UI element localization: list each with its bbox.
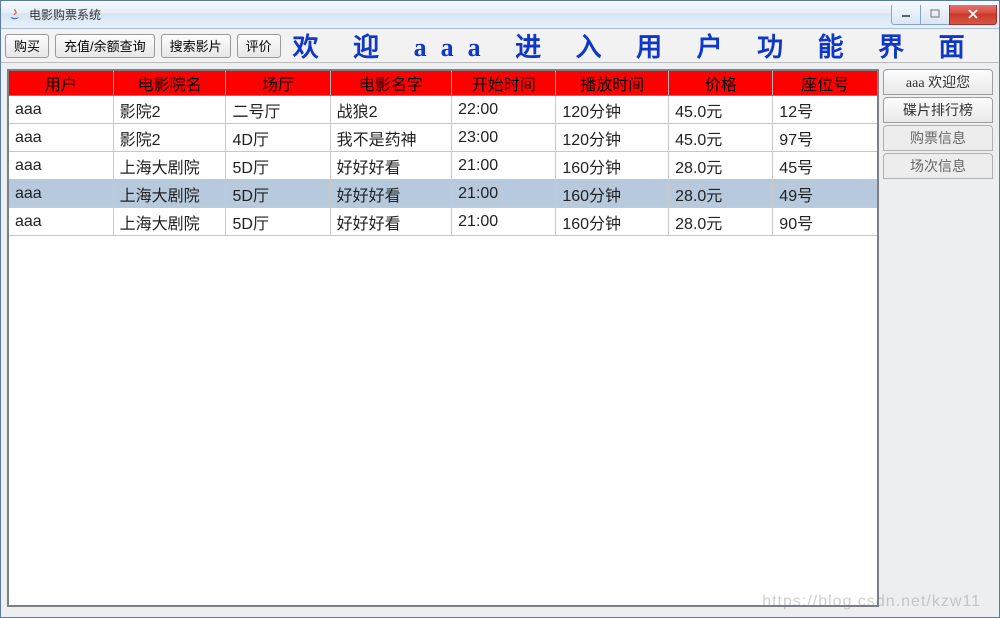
cell-user: aaa (9, 208, 113, 236)
cell-price: 28.0元 (669, 180, 773, 208)
col-user[interactable]: 用户 (9, 71, 113, 96)
cell-seat: 45号 (773, 152, 877, 180)
java-icon (7, 7, 23, 23)
titlebar: 电影购票系统 (1, 1, 999, 29)
cell-duration: 120分钟 (556, 96, 669, 124)
cell-movie: 我不是药神 (330, 124, 452, 152)
cell-cinema: 上海大剧院 (113, 180, 226, 208)
cell-movie: 好好好看 (330, 208, 452, 236)
cell-duration: 120分钟 (556, 124, 669, 152)
table-row[interactable]: aaa影院2二号厅战狼222:00120分钟45.0元12号 (9, 96, 877, 124)
cell-user: aaa (9, 180, 113, 208)
cell-price: 28.0元 (669, 208, 773, 236)
app-window: 电影购票系统 购买 充值/余额查询 搜索影片 评价 欢 迎 aaa 进 入 用 … (0, 0, 1000, 618)
cell-movie: 好好好看 (330, 152, 452, 180)
cell-hall: 5D厅 (226, 208, 330, 236)
cell-price: 28.0元 (669, 152, 773, 180)
table-row[interactable]: aaa上海大剧院5D厅好好好看21:00160分钟28.0元49号 (9, 180, 877, 208)
cell-seat: 49号 (773, 180, 877, 208)
cell-cinema: 上海大剧院 (113, 152, 226, 180)
cell-start: 21:00 (452, 208, 556, 236)
table-header-row: 用户 电影院名 场厅 电影名字 开始时间 播放时间 价格 座位号 (9, 71, 877, 96)
cell-hall: 二号厅 (226, 96, 330, 124)
toolbar: 购买 充值/余额查询 搜索影片 评价 欢 迎 aaa 进 入 用 户 功 能 界… (1, 29, 999, 63)
window-title: 电影购票系统 (29, 6, 101, 23)
cell-cinema: 影院2 (113, 96, 226, 124)
col-hall[interactable]: 场厅 (226, 71, 330, 96)
cell-cinema: 上海大剧院 (113, 208, 226, 236)
search-button[interactable]: 搜索影片 (161, 34, 231, 58)
side-tab[interactable]: aaa 欢迎您 (883, 69, 993, 95)
minimize-button[interactable] (891, 5, 921, 25)
table-row[interactable]: aaa上海大剧院5D厅好好好看21:00160分钟28.0元45号 (9, 152, 877, 180)
cell-price: 45.0元 (669, 124, 773, 152)
col-start[interactable]: 开始时间 (452, 71, 556, 96)
cell-hall: 5D厅 (226, 152, 330, 180)
ticket-table: 用户 电影院名 场厅 电影名字 开始时间 播放时间 价格 座位号 aaa影院2二… (9, 71, 877, 236)
col-duration[interactable]: 播放时间 (556, 71, 669, 96)
welcome-banner: 欢 迎 aaa 进 入 用 户 功 能 界 面 (287, 27, 995, 64)
ticket-table-wrap: 用户 电影院名 场厅 电影名字 开始时间 播放时间 价格 座位号 aaa影院2二… (7, 69, 879, 607)
rate-button[interactable]: 评价 (237, 34, 281, 58)
window-controls (892, 5, 997, 25)
cell-start: 22:00 (452, 96, 556, 124)
col-seat[interactable]: 座位号 (773, 71, 877, 96)
side-tab[interactable]: 购票信息 (883, 125, 993, 151)
body: 用户 电影院名 场厅 电影名字 开始时间 播放时间 价格 座位号 aaa影院2二… (1, 63, 999, 617)
cell-duration: 160分钟 (556, 152, 669, 180)
recharge-button[interactable]: 充值/余额查询 (55, 34, 155, 58)
buy-button[interactable]: 购买 (5, 34, 49, 58)
cell-seat: 97号 (773, 124, 877, 152)
cell-user: aaa (9, 124, 113, 152)
maximize-button[interactable] (920, 5, 950, 25)
cell-user: aaa (9, 96, 113, 124)
cell-duration: 160分钟 (556, 180, 669, 208)
cell-movie: 好好好看 (330, 180, 452, 208)
col-cinema[interactable]: 电影院名 (113, 71, 226, 96)
col-price[interactable]: 价格 (669, 71, 773, 96)
cell-start: 21:00 (452, 180, 556, 208)
table-row[interactable]: aaa影院24D厅我不是药神23:00120分钟45.0元97号 (9, 124, 877, 152)
cell-price: 45.0元 (669, 96, 773, 124)
side-tab[interactable]: 碟片排行榜 (883, 97, 993, 123)
cell-seat: 90号 (773, 208, 877, 236)
cell-seat: 12号 (773, 96, 877, 124)
cell-user: aaa (9, 152, 113, 180)
cell-start: 21:00 (452, 152, 556, 180)
cell-cinema: 影院2 (113, 124, 226, 152)
cell-movie: 战狼2 (330, 96, 452, 124)
side-tabs: aaa 欢迎您碟片排行榜购票信息场次信息 (883, 69, 993, 607)
table-row[interactable]: aaa上海大剧院5D厅好好好看21:00160分钟28.0元90号 (9, 208, 877, 236)
cell-duration: 160分钟 (556, 208, 669, 236)
cell-hall: 5D厅 (226, 180, 330, 208)
cell-hall: 4D厅 (226, 124, 330, 152)
side-tab[interactable]: 场次信息 (883, 153, 993, 179)
cell-start: 23:00 (452, 124, 556, 152)
close-button[interactable] (949, 5, 997, 25)
col-movie[interactable]: 电影名字 (330, 71, 452, 96)
